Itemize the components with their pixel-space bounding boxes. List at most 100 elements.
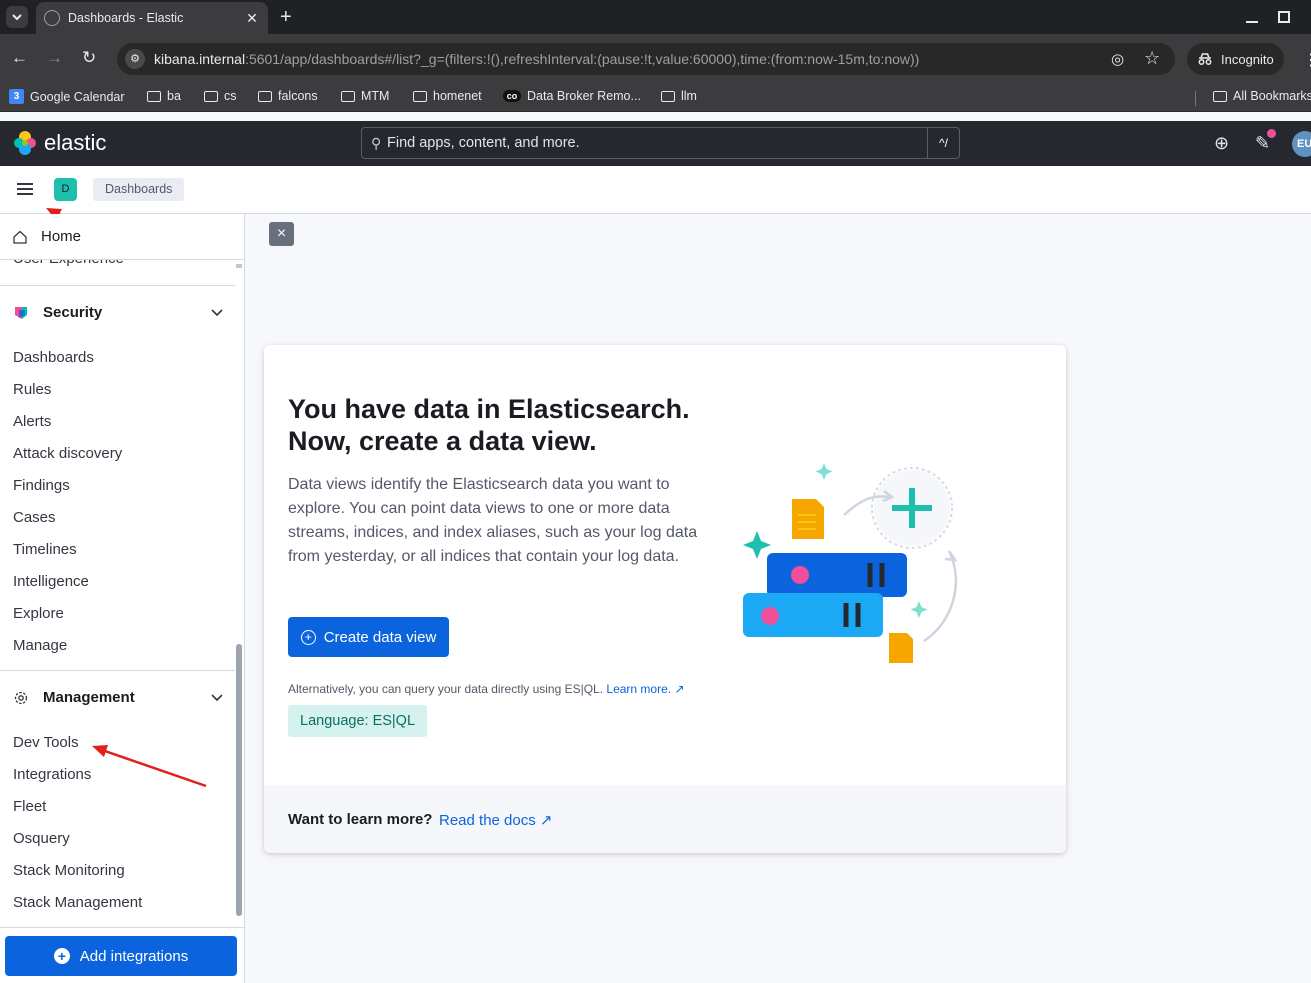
main-content: × You have data in Elasticsearch. Now, c…: [246, 214, 1311, 983]
more-menu-icon[interactable]: ⋮: [1303, 50, 1311, 70]
kibana-header: elastic ⚲ ^/ ⊕ ✎ EU: [0, 121, 1311, 166]
search-icon: ⚲: [371, 135, 382, 151]
sidebar-item-osquery[interactable]: Osquery: [13, 830, 70, 847]
bookmark-star-icon[interactable]: ☆: [1144, 48, 1160, 69]
sidebar-item-intelligence[interactable]: Intelligence: [13, 573, 89, 590]
folder-icon: [661, 90, 675, 102]
folder-icon: [1213, 90, 1227, 102]
chevron-down-icon[interactable]: [211, 690, 223, 705]
external-link-icon: ↗: [674, 682, 685, 696]
minimize-window-button[interactable]: [1246, 9, 1258, 23]
sidebar-item-timelines[interactable]: Timelines: [13, 541, 77, 558]
dismiss-button[interactable]: ×: [269, 222, 294, 246]
forward-arrow-icon[interactable]: →: [46, 49, 63, 67]
sidebar-item-cases[interactable]: Cases: [13, 509, 56, 526]
sidebar-item-manage[interactable]: Manage: [13, 637, 67, 654]
incognito-label: Incognito: [1221, 51, 1274, 67]
address-bar[interactable]: ⚙ kibana.internal:5601/app/dashboards#/l…: [117, 43, 1175, 75]
browser-toolbar: ← → ↻ ⚙ kibana.internal:5601/app/dashboa…: [0, 34, 1311, 84]
sidebar-divider: [0, 927, 244, 928]
incognito-indicator[interactable]: Incognito: [1187, 43, 1284, 75]
scroll-indicator: [236, 264, 242, 268]
bookmark-folder-homenet[interactable]: homenet: [413, 89, 482, 103]
new-tab-button[interactable]: +: [280, 7, 292, 27]
plus-circle-icon: +: [300, 629, 316, 645]
card-footer: Want to learn more? Read the docs ↗: [264, 785, 1066, 853]
reload-icon[interactable]: ↻: [82, 49, 96, 67]
plus-circle-icon: +: [53, 948, 70, 964]
language-esql-button[interactable]: Language: ES|QL: [288, 705, 428, 737]
bookmark-data-broker[interactable]: co Data Broker Remo...: [503, 89, 641, 103]
user-avatar[interactable]: EU: [1292, 131, 1311, 157]
bookmarks-bar: 3 Google Calendar ba cs falcons MTM homen…: [0, 84, 1311, 112]
help-icon[interactable]: ⊕: [1214, 133, 1229, 154]
global-search[interactable]: ⚲ ^/: [361, 127, 960, 159]
sidebar-scrollbar[interactable]: [236, 644, 242, 916]
sidebar-group-security[interactable]: Security: [13, 304, 223, 321]
side-navigation: User Experience Home Security Dashboards…: [0, 214, 245, 983]
site-favicon-icon: co: [503, 90, 521, 102]
home-icon: [13, 230, 27, 244]
menu-toggle-icon[interactable]: [17, 183, 33, 195]
add-integrations-button[interactable]: + Add integrations: [5, 936, 237, 976]
sidebar-item-dev-tools[interactable]: Dev Tools: [13, 734, 79, 751]
bookmark-folder-cs[interactable]: cs: [204, 89, 237, 103]
folder-icon: [204, 90, 218, 102]
learn-more-link[interactable]: Learn more.: [606, 682, 671, 696]
globe-icon: [44, 10, 60, 26]
back-arrow-icon[interactable]: ←: [11, 49, 28, 67]
sidebar-divider: [0, 670, 235, 671]
notification-dot: [1267, 129, 1276, 138]
sidebar-group-management[interactable]: Management: [13, 689, 223, 706]
read-the-docs-link[interactable]: Read the docs ↗: [439, 811, 552, 829]
sidebar-item-stack-monitoring[interactable]: Stack Monitoring: [13, 862, 125, 879]
esql-hint: Alternatively, you can query your data d…: [288, 682, 685, 696]
folder-icon: [258, 90, 272, 102]
sidebar-item-findings[interactable]: Findings: [13, 477, 70, 494]
space-selector[interactable]: D: [54, 178, 77, 201]
sidebar-divider: [0, 285, 235, 286]
elastic-logo-icon: [14, 131, 36, 155]
learn-more-heading: Want to learn more?: [288, 811, 433, 828]
data-view-illustration: [743, 463, 958, 663]
sidebar-item-fleet[interactable]: Fleet: [13, 798, 46, 815]
sidebar-item-alerts[interactable]: Alerts: [13, 413, 51, 430]
browser-tab-active[interactable]: Dashboards - Elastic ✕: [36, 2, 268, 34]
bookmark-folder-ba[interactable]: ba: [147, 89, 181, 103]
breadcrumb-bar: D Dashboards: [0, 166, 1311, 214]
sidebar-item-rules[interactable]: Rules: [13, 381, 51, 398]
search-shortcut-hint: ^/: [927, 128, 959, 158]
close-tab-icon[interactable]: ✕: [244, 10, 260, 27]
url-text[interactable]: kibana.internal:5601/app/dashboards#/lis…: [154, 51, 919, 67]
security-logo-icon: [15, 306, 27, 319]
tab-title: Dashboards - Elastic: [68, 11, 184, 25]
bookmark-all-bookmarks[interactable]: All Bookmarks: [1213, 89, 1311, 103]
maximize-window-button[interactable]: [1278, 11, 1290, 23]
bookmark-folder-mtm[interactable]: MTM: [341, 89, 389, 103]
tab-search-button[interactable]: [6, 6, 28, 28]
chevron-down-icon: [12, 13, 22, 20]
breadcrumb-dashboards[interactable]: Dashboards: [93, 178, 185, 201]
chevron-down-icon[interactable]: [211, 305, 223, 320]
bookmark-folder-llm[interactable]: llm: [661, 89, 697, 103]
eye-off-icon[interactable]: ◎: [1111, 50, 1124, 68]
folder-icon: [413, 90, 427, 102]
data-view-prompt-card: You have data in Elasticsearch. Now, cre…: [264, 345, 1066, 853]
incognito-icon: [1198, 53, 1212, 65]
global-search-input[interactable]: [387, 128, 927, 158]
bookmark-google-calendar[interactable]: 3 Google Calendar: [9, 89, 125, 104]
sidebar-item-integrations[interactable]: Integrations: [13, 766, 91, 783]
site-info-icon[interactable]: ⚙: [125, 49, 145, 69]
calendar-icon: 3: [9, 89, 24, 104]
folder-icon: [147, 90, 161, 102]
sidebar-item-attack-discovery[interactable]: Attack discovery: [13, 445, 122, 462]
folder-icon: [341, 90, 355, 102]
elastic-logo[interactable]: elastic: [12, 130, 106, 156]
sidebar-item-stack-management[interactable]: Stack Management: [13, 894, 142, 911]
sidebar-item-home[interactable]: Home: [0, 214, 244, 260]
sidebar-item-dashboards[interactable]: Dashboards: [13, 349, 94, 366]
external-link-icon: ↗: [539, 812, 553, 829]
create-data-view-button[interactable]: + Create data view: [288, 617, 449, 657]
bookmark-folder-falcons[interactable]: falcons: [258, 89, 318, 103]
sidebar-item-explore[interactable]: Explore: [13, 605, 64, 622]
